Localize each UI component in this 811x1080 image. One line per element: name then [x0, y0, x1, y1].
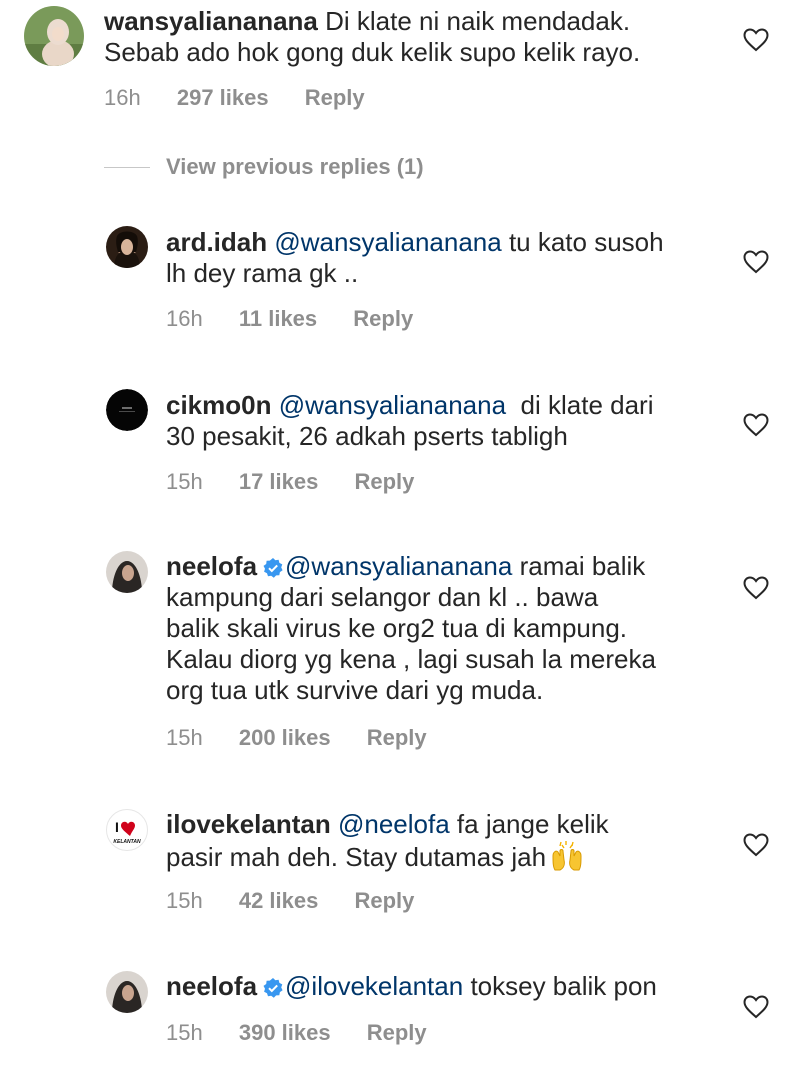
comment-body: toksey balik pon — [470, 971, 657, 1001]
reply-button[interactable]: Reply — [353, 306, 413, 332]
comment-meta: 15h 17 likes Reply — [166, 469, 414, 495]
mention-link[interactable]: @wansyaliananana — [285, 551, 512, 581]
reply-button[interactable]: Reply — [367, 1020, 427, 1046]
comment-meta: 15h 390 likes Reply — [166, 1020, 427, 1046]
likes-count[interactable]: 42 likes — [239, 888, 319, 914]
comment-meta: 16h 11 likes Reply — [166, 306, 413, 332]
avatar[interactable] — [106, 226, 148, 268]
mention-link[interactable]: @wansyaliananana — [274, 227, 501, 257]
comment-text: wansyaliananana Di klate ni naik mendada… — [104, 6, 640, 68]
comment-body-line5: org tua utk survive dari yg muda. — [166, 675, 544, 705]
username[interactable]: ard.idah — [166, 227, 267, 257]
comment-text: ilovekelantan @neelofa fa jange kelik pa… — [166, 809, 609, 873]
timestamp: 15h — [166, 888, 203, 913]
heart-icon[interactable] — [743, 28, 769, 52]
raising-hands-emoji-icon — [552, 841, 582, 871]
username[interactable]: neelofa — [166, 971, 257, 1001]
timestamp: 15h — [166, 1020, 203, 1045]
comment-meta: 16h 297 likes Reply — [104, 85, 365, 111]
username[interactable]: neelofa — [166, 551, 257, 581]
avatar[interactable] — [106, 389, 148, 431]
comment-body-line2: pasir mah deh. Stay dutamas jah — [166, 842, 547, 872]
username[interactable]: ilovekelantan — [166, 809, 331, 839]
mention-link[interactable]: @ilovekelantan — [285, 971, 463, 1001]
verified-badge-icon — [263, 978, 283, 998]
comment-body-line2: kampung dari selangor dan kl .. bawa — [166, 582, 599, 612]
comment-body: tu kato susoh — [508, 227, 664, 257]
avatar[interactable] — [24, 6, 84, 66]
comment-body-line2: lh dey rama gk .. — [166, 258, 359, 288]
comment-body-line4: Kalau diorg yg kena , lagi susah la mere… — [166, 644, 656, 674]
reply-button[interactable]: Reply — [354, 469, 414, 495]
timestamp: 16h — [166, 306, 203, 331]
heart-icon[interactable] — [743, 576, 769, 600]
mention-link[interactable]: @neelofa — [338, 809, 450, 839]
timestamp: 15h — [166, 469, 203, 494]
comment-body-line2: Sebab ado hok gong duk kelik supo kelik … — [104, 37, 641, 67]
likes-count[interactable]: 390 likes — [239, 1020, 331, 1046]
heart-icon[interactable] — [743, 250, 769, 274]
comment-text: cikmo0n @wansyaliananana di klate dari 3… — [166, 390, 653, 452]
comment-body-line2: 30 pesakit, 26 adkah pserts tabligh — [166, 421, 568, 451]
comment-body-line3: balik skali virus ke org2 tua di kampung… — [166, 613, 628, 643]
username[interactable]: wansyaliananana — [104, 6, 318, 36]
comment-body: ramai balik — [519, 551, 646, 581]
comment-body: di klate dari — [513, 390, 654, 420]
reply-button[interactable]: Reply — [305, 85, 365, 111]
heart-icon[interactable] — [743, 995, 769, 1019]
likes-count[interactable]: 200 likes — [239, 725, 331, 751]
comment-text: ard.idah @wansyaliananana tu kato susoh … — [166, 227, 664, 289]
comment-meta: 15h 42 likes Reply — [166, 888, 414, 914]
reply-button[interactable]: Reply — [354, 888, 414, 914]
divider — [104, 167, 150, 168]
heart-icon[interactable] — [743, 833, 769, 857]
avatar[interactable] — [106, 551, 148, 593]
view-previous-replies-label[interactable]: View previous replies (1) — [166, 154, 424, 180]
heart-icon[interactable] — [743, 413, 769, 437]
avatar-logo-text: KELANTAN — [113, 839, 141, 845]
avatar-logo-letter: I — [115, 819, 119, 835]
verified-badge-icon — [263, 558, 283, 578]
timestamp: 15h — [166, 725, 203, 750]
likes-count[interactable]: 17 likes — [239, 469, 319, 495]
mention-link[interactable]: @wansyaliananana — [279, 390, 506, 420]
comment-meta: 15h 200 likes Reply — [166, 725, 427, 751]
comment-text: neelofa @ilovekelantan toksey balik pon — [166, 971, 657, 1002]
likes-count[interactable]: 11 likes — [239, 306, 317, 332]
comment-body: fa jange kelik — [456, 809, 609, 839]
username[interactable]: cikmo0n — [166, 390, 272, 420]
comment-text: neelofa @wansyaliananana ramai balik kamp… — [166, 551, 656, 706]
avatar[interactable] — [106, 971, 148, 1013]
comment-body: Di klate ni naik mendadak. — [325, 6, 631, 36]
avatar[interactable]: I KELANTAN — [106, 809, 148, 851]
likes-count[interactable]: 297 likes — [177, 85, 269, 111]
timestamp: 16h — [104, 85, 141, 110]
reply-button[interactable]: Reply — [367, 725, 427, 751]
